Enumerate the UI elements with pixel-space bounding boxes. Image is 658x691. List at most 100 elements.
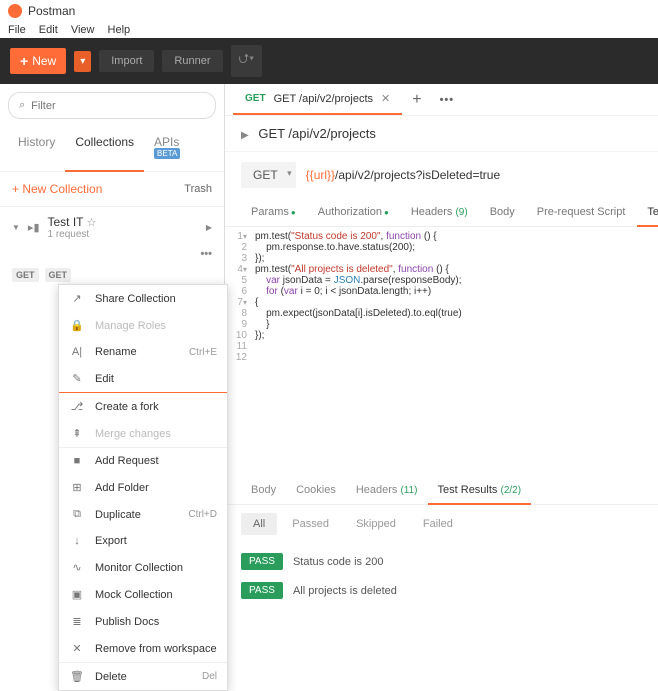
context-menu-item[interactable]: ∿Monitor Collection: [59, 554, 227, 581]
new-button[interactable]: + New: [10, 48, 66, 74]
url-variable: {{url}}: [306, 168, 335, 182]
filter-failed[interactable]: Failed: [411, 513, 465, 535]
postman-logo-icon: [8, 4, 22, 18]
url-input[interactable]: {{url}}/api/v2/projects?isDeleted=true: [306, 168, 500, 182]
tab-history[interactable]: History: [8, 127, 65, 171]
context-menu-item: ⇞Merge changes: [59, 420, 227, 447]
context-menu-item[interactable]: 🗑DeleteDel: [59, 663, 227, 690]
menu-item-icon: 🔒: [69, 319, 85, 332]
menu-item-icon: ⊞: [69, 481, 85, 494]
context-menu-item[interactable]: ■ Add Request: [59, 448, 227, 474]
menu-item-label: Duplicate: [95, 509, 141, 521]
tab-headers[interactable]: Headers (9): [401, 198, 478, 226]
menu-view[interactable]: View: [71, 24, 95, 36]
collection-item[interactable]: ▼ ▸▮ Test IT ☆ 1 request ▶: [0, 207, 224, 248]
filter-input[interactable]: [31, 100, 205, 112]
test-results: PASS Status code is 200 PASS All project…: [225, 543, 658, 609]
folder-icon: ▸▮: [28, 221, 40, 234]
breadcrumb-arrow-icon[interactable]: ▶: [241, 130, 249, 141]
context-menu-item[interactable]: ⎇Create a fork: [59, 393, 227, 420]
filter-all[interactable]: All: [241, 513, 277, 535]
context-menu: ↗Share Collection🔒Manage RolesA|RenameCt…: [58, 284, 228, 691]
new-button-label: New: [32, 54, 56, 68]
resp-tab-cookies[interactable]: Cookies: [286, 476, 346, 504]
request-bar: GET {{url}}/api/v2/projects?isDeleted=tr…: [225, 152, 658, 198]
menu-item-icon: 🗑: [69, 670, 85, 683]
result-row: PASS Status code is 200: [241, 547, 642, 576]
menu-item-icon: ⎇: [69, 400, 85, 413]
result-row: PASS All projects is deleted: [241, 576, 642, 605]
method-select[interactable]: GET: [241, 162, 296, 188]
runner-button[interactable]: Runner: [162, 50, 222, 72]
menu-item-label: Merge changes: [95, 428, 171, 440]
shortcut-label: Ctrl+D: [188, 509, 217, 520]
context-menu-item[interactable]: ↗ Share Collection: [59, 285, 227, 312]
menu-item-icon: ✎: [69, 372, 85, 385]
shortcut-label: Del: [202, 671, 217, 682]
shortcut-label: Ctrl+E: [189, 347, 217, 358]
breadcrumb-text: GET /api/v2/projects: [258, 126, 376, 141]
menu-file[interactable]: File: [8, 24, 26, 36]
tab-apis[interactable]: APIs BETA: [144, 127, 216, 171]
collection-expand-icon[interactable]: ▶: [206, 223, 212, 232]
tab-collections[interactable]: Collections: [65, 127, 144, 171]
context-menu-item[interactable]: ⊞ Add Folder: [59, 474, 227, 501]
menubar: File Edit View Help: [0, 22, 658, 38]
menu-item-label: Share Collection: [95, 293, 176, 305]
request-method-badge[interactable]: GET: [45, 268, 72, 282]
sidebar-tabs: History Collections APIs BETA: [0, 127, 224, 172]
menu-item-label: Manage Roles: [95, 320, 166, 332]
filter-passed[interactable]: Passed: [280, 513, 341, 535]
resp-tab-headers[interactable]: Headers (11): [346, 476, 428, 504]
new-dropdown[interactable]: ▾: [74, 51, 91, 72]
request-subtabs: Params● Authorization● Headers (9) Body …: [225, 198, 658, 227]
context-menu-item[interactable]: ⧉DuplicateCtrl+D: [59, 501, 227, 528]
titlebar: Postman: [0, 0, 658, 22]
filter-box[interactable]: ⌕: [8, 92, 216, 119]
sidebar: ⌕ History Collections APIs BETA + New Co…: [0, 84, 225, 609]
star-icon[interactable]: ☆: [87, 217, 97, 229]
code-editor[interactable]: 1▾pm.test("Status code is 200", function…: [225, 227, 658, 367]
resp-tab-results[interactable]: Test Results (2/2): [428, 476, 532, 504]
tab-more-icon[interactable]: •••: [432, 88, 463, 112]
close-icon[interactable]: ✕: [381, 92, 390, 105]
tab-auth[interactable]: Authorization●: [308, 198, 399, 226]
new-collection-button[interactable]: + New Collection: [12, 182, 102, 196]
tab-title: GET /api/v2/projects: [274, 93, 373, 105]
context-menu-item[interactable]: ↓Export: [59, 528, 227, 554]
resp-tab-body[interactable]: Body: [241, 476, 286, 504]
context-menu-item[interactable]: ✕Remove from workspace: [59, 635, 227, 662]
result-filter-row: All Passed Skipped Failed: [225, 505, 658, 543]
menu-item-label: Publish Docs: [95, 616, 159, 628]
menu-item-label: Export: [95, 535, 127, 547]
menu-edit[interactable]: Edit: [39, 24, 58, 36]
menu-item-icon: ■: [69, 455, 85, 467]
collection-more-icon[interactable]: •••: [200, 248, 212, 260]
menu-item-label: Add Request: [95, 455, 159, 467]
collection-name: Test IT: [48, 215, 84, 229]
request-tab[interactable]: GET GET /api/v2/projects ✕: [233, 84, 402, 115]
trash-link[interactable]: Trash: [184, 183, 212, 195]
tab-prerequest[interactable]: Pre-request Script: [527, 198, 636, 226]
tab-tests[interactable]: Tests●: [637, 198, 658, 226]
menu-help[interactable]: Help: [108, 24, 131, 36]
capture-button[interactable]: ⮍▾: [231, 45, 263, 77]
menu-item-label: Add Folder: [95, 482, 149, 494]
import-button[interactable]: Import: [99, 50, 154, 72]
request-method-badge[interactable]: GET: [12, 268, 39, 282]
add-tab-button[interactable]: +: [402, 85, 431, 115]
pass-badge: PASS: [241, 553, 283, 570]
context-menu-item[interactable]: ▣Mock Collection: [59, 581, 227, 608]
context-menu-item[interactable]: ✎Edit: [59, 365, 227, 392]
context-menu-item[interactable]: A|RenameCtrl+E: [59, 339, 227, 365]
response-tabs: Body Cookies Headers (11) Test Results (…: [225, 476, 658, 505]
tab-method: GET: [245, 93, 266, 104]
menu-item-label: Rename: [95, 346, 137, 358]
tab-body[interactable]: Body: [480, 198, 525, 226]
expand-icon[interactable]: ▼: [12, 223, 20, 232]
context-menu-item[interactable]: ≣Publish Docs: [59, 608, 227, 635]
menu-item-label: Mock Collection: [95, 589, 173, 601]
menu-item-icon: ↗: [69, 292, 85, 305]
filter-skipped[interactable]: Skipped: [344, 513, 408, 535]
tab-params[interactable]: Params●: [241, 198, 306, 226]
